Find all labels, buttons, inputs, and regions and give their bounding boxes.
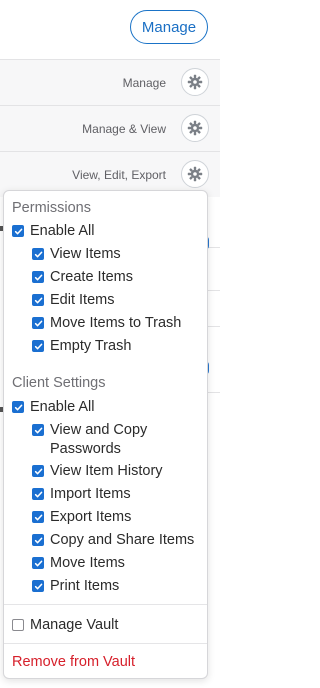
view-items-checkbox[interactable]: View Items — [32, 245, 121, 264]
section-title-permissions: Permissions — [12, 200, 91, 216]
checkbox-label: Edit Items — [50, 292, 115, 308]
checkbox-label: Move Items to Trash — [50, 315, 182, 331]
print-items-checkbox[interactable]: Print Items — [32, 577, 119, 596]
checkbox-checked-icon — [32, 557, 44, 569]
checkbox-label: Enable All — [30, 399, 95, 415]
checkbox-label: Manage Vault — [30, 617, 119, 633]
permissions-dropdown-menu: Permissions Enable All View Items Create… — [3, 190, 208, 679]
checkbox-label: Move Items — [50, 555, 125, 571]
checkbox-label: View Items — [50, 246, 121, 262]
checkbox-checked-icon — [32, 294, 44, 306]
view-and-copy-passwords-checkbox[interactable]: View and Copy Passwords — [32, 421, 192, 459]
permission-level-label: Manage — [122, 76, 166, 90]
export-items-checkbox[interactable]: Export Items — [32, 508, 131, 527]
checkbox-label: View Item History — [50, 463, 163, 479]
gear-icon[interactable] — [181, 160, 209, 188]
checkbox-label: Create Items — [50, 269, 133, 285]
checkbox-checked-icon — [12, 401, 24, 413]
permission-row: Manage — [0, 59, 220, 105]
create-items-checkbox[interactable]: Create Items — [32, 268, 133, 287]
checkbox-unchecked-icon — [12, 619, 24, 631]
checkbox-label: Empty Trash — [50, 338, 132, 354]
permissions-enable-all-checkbox[interactable]: Enable All — [12, 222, 95, 241]
checkbox-checked-icon — [12, 225, 24, 237]
permission-level-label: Manage & View — [82, 122, 166, 136]
checkbox-checked-icon — [32, 511, 44, 523]
import-items-checkbox[interactable]: Import Items — [32, 485, 131, 504]
checkbox-checked-icon — [32, 271, 44, 283]
gear-icon[interactable] — [181, 68, 209, 96]
manage-vault-checkbox[interactable]: Manage Vault — [12, 616, 118, 635]
checkbox-label: Import Items — [50, 486, 131, 502]
checkbox-label: Export Items — [50, 509, 132, 525]
move-items-checkbox[interactable]: Move Items — [32, 554, 125, 573]
checkbox-label: Copy and Share Items — [50, 532, 195, 548]
edit-items-checkbox[interactable]: Edit Items — [32, 291, 114, 310]
checkbox-checked-icon — [32, 317, 44, 329]
checkbox-label: View and Copy Passwords — [50, 422, 148, 457]
manage-button[interactable]: Manage — [130, 10, 208, 44]
checkbox-checked-icon — [32, 534, 44, 546]
checkbox-checked-icon — [32, 248, 44, 260]
checkbox-checked-icon — [32, 580, 44, 592]
checkbox-label: Print Items — [50, 578, 120, 594]
view-item-history-checkbox[interactable]: View Item History — [32, 462, 163, 481]
move-items-to-trash-checkbox[interactable]: Move Items to Trash — [32, 314, 181, 333]
checkbox-checked-icon — [32, 488, 44, 500]
gear-icon[interactable] — [181, 114, 209, 142]
checkbox-checked-icon — [32, 340, 44, 352]
empty-trash-checkbox[interactable]: Empty Trash — [32, 337, 131, 356]
menu-divider — [4, 643, 207, 644]
copy-and-share-items-checkbox[interactable]: Copy and Share Items — [32, 531, 194, 550]
section-title-client-settings: Client Settings — [12, 375, 106, 391]
remove-from-vault-link[interactable]: Remove from Vault — [12, 654, 135, 670]
permission-row: Manage & View — [0, 105, 220, 151]
checkbox-label: Enable All — [30, 223, 95, 239]
client-settings-enable-all-checkbox[interactable]: Enable All — [12, 398, 95, 417]
checkbox-checked-icon — [32, 465, 44, 477]
menu-divider — [4, 604, 207, 605]
